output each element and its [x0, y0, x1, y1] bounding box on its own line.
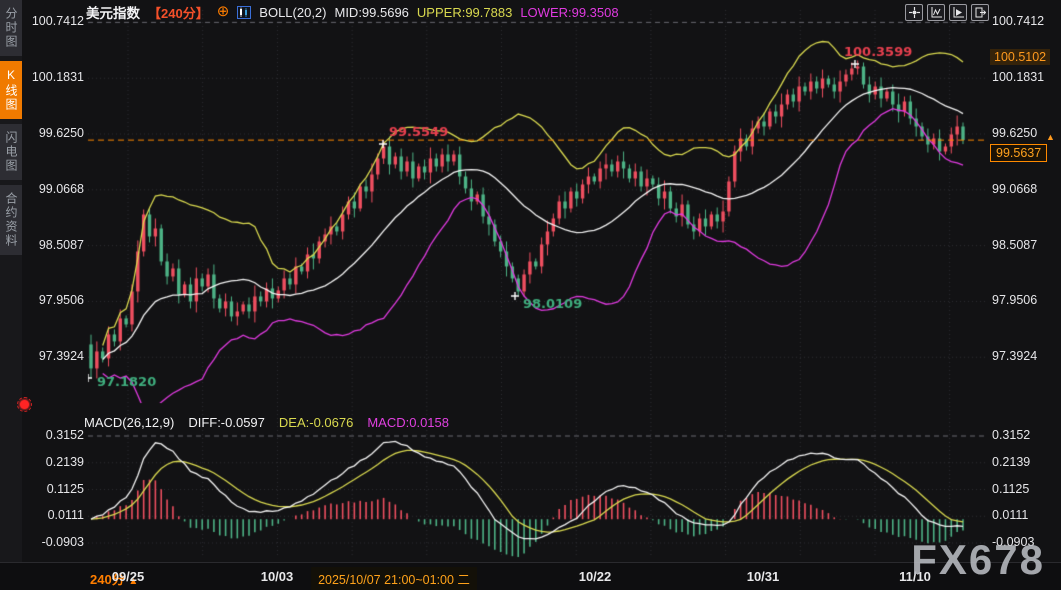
chart-toolbar	[905, 4, 989, 21]
crosshair-icon[interactable]	[905, 4, 923, 21]
add-indicator-icon[interactable]: ⊕	[217, 5, 230, 19]
y-axis-label: 97.9506	[24, 294, 84, 307]
sidebar-item-kline-chart[interactable]: K线图	[0, 61, 22, 119]
boll-params-label: BOLL(20,2)	[259, 5, 326, 20]
y-axis-label: 100.7412	[992, 15, 1058, 28]
macd-value: MACD:0.0158	[367, 415, 449, 430]
y-axis-label: 99.6250	[24, 127, 84, 140]
boll-upper-value: UPPER:99.7883	[417, 5, 512, 20]
x-axis-date-label: 10/31	[747, 569, 780, 584]
alert-dot-icon[interactable]	[20, 400, 29, 409]
trading-chart-window: 分时图 K线图 闪电图 合约资料 美元指数 【240分】 ⊕ BOLL(20,2…	[0, 0, 1061, 590]
chart-canvas[interactable]	[0, 0, 1061, 590]
symbol-title: 美元指数	[86, 2, 140, 22]
boll-lower-value: LOWER:99.3508	[520, 5, 618, 20]
brand-watermark: FX678	[911, 536, 1045, 584]
y-axis-label: 100.1831	[24, 71, 84, 84]
main-pane-scale-icon[interactable]	[927, 4, 945, 21]
sidebar-item-lightning-chart[interactable]: 闪电图	[0, 124, 22, 180]
macd-dea-value: DEA:-0.0676	[279, 415, 353, 430]
candle-chart-icon	[237, 6, 251, 19]
chart-header: 美元指数 【240分】 ⊕ BOLL(20,2) MID:99.5696 UPP…	[86, 3, 619, 21]
x-axis-date-label: 09/25	[112, 569, 145, 584]
y-axis-label: 0.3152	[992, 429, 1058, 442]
period-label[interactable]: 【240分】	[148, 3, 209, 22]
y-axis-label: -0.0903	[24, 536, 84, 549]
x-axis-date-label: 10/03	[261, 569, 294, 584]
y-axis-label: 98.5087	[992, 239, 1058, 252]
y-axis-label: 0.0111	[992, 509, 1058, 522]
y-axis-label: 97.3924	[24, 350, 84, 363]
sidebar-item-contract-info[interactable]: 合约资料	[0, 185, 22, 255]
y-axis-label: 99.0668	[24, 183, 84, 196]
y-axis-label: 0.0111	[24, 509, 84, 522]
y-axis-label: 0.1125	[24, 483, 84, 496]
y-axis-label: 100.7412	[24, 15, 84, 28]
y-axis-label: 0.2139	[24, 456, 84, 469]
macd-diff-value: DIFF:-0.0597	[188, 415, 265, 430]
macd-params-label: MACD(26,12,9)	[84, 415, 174, 430]
sidebar: 分时图 K线图 闪电图 合约资料	[0, 0, 22, 562]
sidebar-item-time-chart[interactable]: 分时图	[0, 0, 22, 56]
y-axis-label: 100.1831	[992, 71, 1058, 84]
period-high-label: 100.5102	[990, 49, 1050, 65]
price-up-arrow-icon: ▲	[1046, 132, 1055, 142]
macd-header: MACD(26,12,9) DIFF:-0.0597 DEA:-0.0676 M…	[84, 415, 449, 430]
y-axis-label: 98.5087	[24, 239, 84, 252]
y-axis-label: 97.9506	[992, 294, 1058, 307]
y-axis-label: 0.2139	[992, 456, 1058, 469]
time-axis-bar: 240分 ▲ 2025/10/07 21:00~01:00 二 09/2510/…	[0, 562, 1061, 590]
y-axis-label: 97.3924	[992, 350, 1058, 363]
y-axis-label: 0.1125	[992, 483, 1058, 496]
y-axis-label: 0.3152	[24, 429, 84, 442]
y-axis-label: 99.0668	[992, 183, 1058, 196]
x-axis-date-label: 10/22	[579, 569, 612, 584]
selected-time-range[interactable]: 2025/10/07 21:00~01:00 二	[311, 567, 477, 590]
boll-mid-value: MID:99.5696	[334, 5, 408, 20]
current-price-tag: 99.5637	[990, 144, 1047, 162]
popout-icon[interactable]	[971, 4, 989, 21]
indicator-pane-icon[interactable]	[949, 4, 967, 21]
